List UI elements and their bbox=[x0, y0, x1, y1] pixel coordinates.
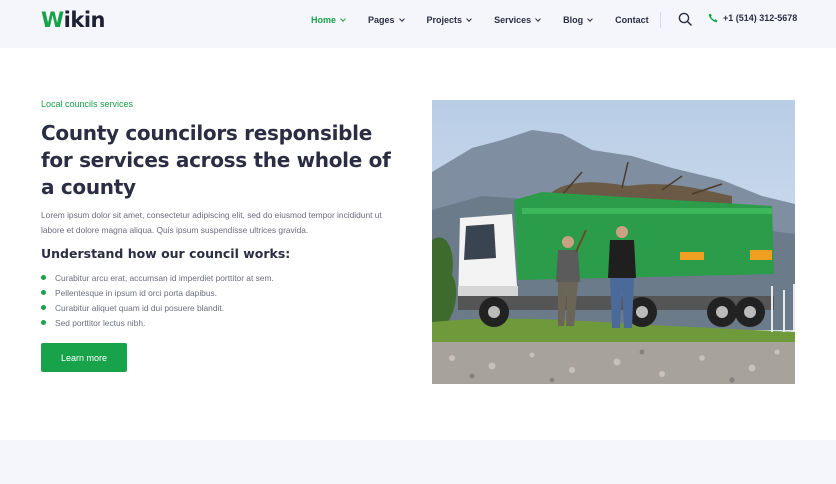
list-item: Curabitur arcu erat, accumsan id imperdi… bbox=[41, 270, 274, 285]
feature-list: Curabitur arcu erat, accumsan id imperdi… bbox=[41, 270, 274, 330]
chevron-down-icon bbox=[466, 15, 472, 22]
chevron-down-icon bbox=[587, 15, 593, 22]
bullet-dot-icon bbox=[41, 320, 46, 325]
next-section-band bbox=[0, 440, 836, 484]
site-header: Wikin Home Pages Projects Services Blog … bbox=[0, 0, 836, 48]
section-eyebrow: Local councils services bbox=[41, 99, 134, 109]
bullet-dot-icon bbox=[41, 305, 46, 310]
phone-link[interactable]: +1 (514) 312-5678 bbox=[708, 13, 797, 23]
list-item: Sed porttitor lectus nibh. bbox=[41, 315, 274, 330]
hero-image bbox=[432, 100, 795, 384]
search-icon[interactable] bbox=[678, 12, 692, 26]
nav-divider bbox=[660, 12, 661, 28]
nav-item-home[interactable]: Home bbox=[311, 15, 346, 25]
nav-item-services[interactable]: Services bbox=[494, 15, 541, 25]
phone-number: +1 (514) 312-5678 bbox=[723, 13, 798, 23]
list-item: Curabitur aliquet quam id dui posuere bl… bbox=[41, 300, 274, 315]
chevron-down-icon bbox=[340, 15, 346, 22]
phone-icon bbox=[708, 13, 718, 23]
page-title: County councilors responsible for servic… bbox=[41, 121, 391, 199]
nav-item-pages[interactable]: Pages bbox=[368, 15, 405, 25]
nav-item-projects[interactable]: Projects bbox=[427, 15, 472, 25]
chevron-down-icon bbox=[535, 15, 541, 22]
learn-more-button[interactable]: Learn more bbox=[41, 343, 127, 372]
bullet-dot-icon bbox=[41, 290, 46, 295]
section-subheading: Understand how our council works: bbox=[41, 246, 291, 261]
list-item: Pellentesque in ipsum id orci porta dapi… bbox=[41, 285, 274, 300]
site-logo[interactable]: Wikin bbox=[41, 8, 105, 32]
nav-item-blog[interactable]: Blog bbox=[563, 15, 593, 25]
main-nav: Home Pages Projects Services Blog Contac… bbox=[311, 0, 672, 40]
hero-description: Lorem ipsum dolor sit amet, consectetur … bbox=[41, 210, 382, 235]
bullet-dot-icon bbox=[41, 275, 46, 280]
nav-item-contact[interactable]: Contact bbox=[615, 15, 649, 25]
chevron-down-icon bbox=[398, 15, 405, 22]
